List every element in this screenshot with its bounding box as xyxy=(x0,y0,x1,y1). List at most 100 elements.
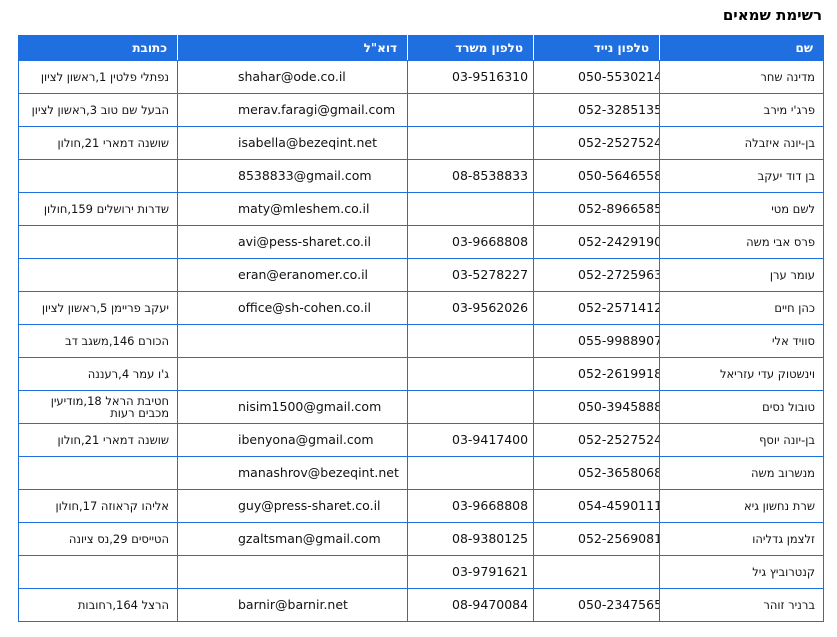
cell-mobile: 052-2527524 xyxy=(533,423,660,457)
cell-email xyxy=(177,555,408,589)
table-row: לשם מטי 052-8966585 maty@mleshem.co.il ש… xyxy=(18,192,824,226)
cell-address: שדרות ירושלים 159,חולון xyxy=(18,192,178,226)
cell-address: הכורם 146,משגב דב xyxy=(18,324,178,358)
table-row: פרג'י מירב 052-3285135 merav.faragi@gmai… xyxy=(18,93,824,127)
cell-name: בן דוד יעקב xyxy=(659,159,824,193)
cell-email xyxy=(177,357,408,391)
table-row: זלצמן גדליהו 052-2569081 08-9380125 gzal… xyxy=(18,522,824,556)
cell-address: שושנה דמארי 21,חולון xyxy=(18,126,178,160)
cell-address xyxy=(18,225,178,259)
cell-address: ג'ו עמר 4,רעננה xyxy=(18,357,178,391)
cell-name: סוויד אלי xyxy=(659,324,824,358)
table-row: שרת נחשון גיא 054-4590111 03-9668808 guy… xyxy=(18,489,824,523)
cell-mobile: 052-2725963 xyxy=(533,258,660,292)
cell-email: ibenyona@gmail.com xyxy=(177,423,408,457)
page-title: רשימת שמאים xyxy=(722,6,822,24)
cell-name: מדינה שחר xyxy=(659,60,824,94)
cell-mobile: 052-8966585 xyxy=(533,192,660,226)
cell-address: הרצל 164,רחובות xyxy=(18,588,178,622)
cell-office xyxy=(407,324,534,358)
column-header-mobile: טלפון נייד xyxy=(533,35,660,61)
cell-name: מנשרוב משה xyxy=(659,456,824,490)
cell-address xyxy=(18,159,178,193)
cell-name: לשם מטי xyxy=(659,192,824,226)
cell-mobile: 050-3945888 xyxy=(533,390,660,424)
table-row: בן-יונה איזבלה 052-2527524 isabella@beze… xyxy=(18,126,824,160)
table-row: בן דוד יעקב 050-5646558 08-8538833 85388… xyxy=(18,159,824,193)
cell-name: ברניר זוהר xyxy=(659,588,824,622)
cell-office: 08-9380125 xyxy=(407,522,534,556)
cell-office: 03-5278227 xyxy=(407,258,534,292)
cell-name: כהן חיים xyxy=(659,291,824,325)
cell-email: nisim1500@gmail.com xyxy=(177,390,408,424)
table-row: טובול נסים 050-3945888 nisim1500@gmail.c… xyxy=(18,390,824,424)
cell-email: merav.faragi@gmail.com xyxy=(177,93,408,127)
table-row: קנטרוביץ גיל 03-9791621 xyxy=(18,555,824,589)
contacts-table: שם טלפון נייד טלפון משרד דוא"ל כתובת מדי… xyxy=(18,35,824,622)
cell-email: manashrov@bezeqint.net xyxy=(177,456,408,490)
table-row: וינשטוק עדי עזריאל 052-2619918 ג'ו עמר 4… xyxy=(18,357,824,391)
table-row: מנשרוב משה 052-3658068 manashrov@bezeqin… xyxy=(18,456,824,490)
cell-email: avi@pess-sharet.co.il xyxy=(177,225,408,259)
cell-mobile: 052-2571412 xyxy=(533,291,660,325)
cell-mobile: 055-9988907 xyxy=(533,324,660,358)
cell-office: 03-9668808 xyxy=(407,225,534,259)
cell-email: office@sh-cohen.co.il xyxy=(177,291,408,325)
cell-email: isabella@bezeqint.net xyxy=(177,126,408,160)
column-header-address: כתובת xyxy=(18,35,178,61)
table-body: מדינה שחר 050-5530214 03-9516310 shahar@… xyxy=(18,60,824,622)
cell-address: חטיבת הראל 18,מודיעין מכבים רעות xyxy=(18,390,178,424)
column-header-email: דוא"ל xyxy=(177,35,408,61)
cell-office: 03-9668808 xyxy=(407,489,534,523)
cell-office xyxy=(407,357,534,391)
cell-name: זלצמן גדליהו xyxy=(659,522,824,556)
cell-name: שרת נחשון גיא xyxy=(659,489,824,523)
cell-name: קנטרוביץ גיל xyxy=(659,555,824,589)
cell-email: eran@eranomer.co.il xyxy=(177,258,408,292)
cell-name: עומר ערן xyxy=(659,258,824,292)
cell-office: 03-9791621 xyxy=(407,555,534,589)
cell-mobile: 052-2527524 xyxy=(533,126,660,160)
table-row: כהן חיים 052-2571412 03-9562026 office@s… xyxy=(18,291,824,325)
cell-mobile: 052-2429190 xyxy=(533,225,660,259)
cell-name: פרס אבי משה xyxy=(659,225,824,259)
cell-office: 03-9562026 xyxy=(407,291,534,325)
cell-mobile: 050-2347565 xyxy=(533,588,660,622)
cell-address: הטייסים 29,נס ציונה xyxy=(18,522,178,556)
cell-address: שושנה דמארי 21,חולון xyxy=(18,423,178,457)
cell-mobile: 054-4590111 xyxy=(533,489,660,523)
cell-email: guy@press-sharet.co.il xyxy=(177,489,408,523)
cell-address: נפתלי פלטין 1,ראשון לציון xyxy=(18,60,178,94)
cell-mobile: 052-3658068 xyxy=(533,456,660,490)
cell-address: יעקב פריימן 5,ראשון לציון xyxy=(18,291,178,325)
column-header-office: טלפון משרד xyxy=(407,35,534,61)
table-row: בן-יונה יוסף 052-2527524 03-9417400 iben… xyxy=(18,423,824,457)
cell-mobile: 052-2569081 xyxy=(533,522,660,556)
table-row: ברניר זוהר 050-2347565 08-9470084 barnir… xyxy=(18,588,824,622)
cell-mobile: 050-5530214 xyxy=(533,60,660,94)
cell-mobile: 052-3285135 xyxy=(533,93,660,127)
cell-office xyxy=(407,456,534,490)
cell-office xyxy=(407,192,534,226)
cell-office: 08-8538833 xyxy=(407,159,534,193)
cell-name: טובול נסים xyxy=(659,390,824,424)
cell-office: 03-9516310 xyxy=(407,60,534,94)
cell-name: וינשטוק עדי עזריאל xyxy=(659,357,824,391)
cell-address xyxy=(18,258,178,292)
cell-mobile: 050-5646558 xyxy=(533,159,660,193)
cell-office xyxy=(407,93,534,127)
table-row: מדינה שחר 050-5530214 03-9516310 shahar@… xyxy=(18,60,824,94)
cell-name: פרג'י מירב xyxy=(659,93,824,127)
cell-email: shahar@ode.co.il xyxy=(177,60,408,94)
cell-office xyxy=(407,390,534,424)
cell-name: בן-יונה איזבלה xyxy=(659,126,824,160)
cell-office: 03-9417400 xyxy=(407,423,534,457)
cell-email: barnir@barnir.net xyxy=(177,588,408,622)
cell-address: הבעל שם טוב 3,ראשון לציון xyxy=(18,93,178,127)
cell-address xyxy=(18,456,178,490)
cell-mobile xyxy=(533,555,660,589)
cell-email: gzaltsman@gmail.com xyxy=(177,522,408,556)
table-row: עומר ערן 052-2725963 03-5278227 eran@era… xyxy=(18,258,824,292)
table-header-row: שם טלפון נייד טלפון משרד דוא"ל כתובת xyxy=(18,35,824,61)
cell-email: maty@mleshem.co.il xyxy=(177,192,408,226)
